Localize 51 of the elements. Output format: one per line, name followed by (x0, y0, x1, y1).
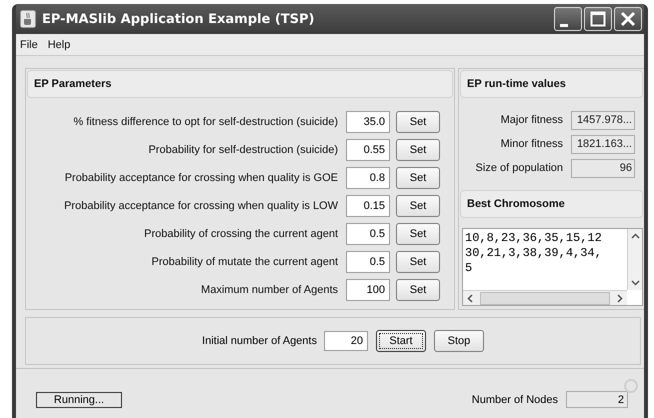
action-button[interactable]: Stop (434, 330, 484, 352)
parameter-field[interactable]: 0.8 (346, 167, 390, 189)
window-title: EP-MASlib Application Example (TSP) (42, 12, 316, 26)
value-label: Major fitness (500, 114, 563, 126)
parameter-field[interactable]: 100 (346, 279, 390, 301)
coffee-cup-icon (20, 10, 36, 28)
busy-indicator-icon (624, 379, 638, 393)
minimize-icon (560, 24, 568, 26)
parameter-label: Probability of mutate the current agent (152, 256, 338, 268)
nodes-field[interactable]: 2 (566, 391, 628, 408)
menu-item[interactable]: File (20, 38, 38, 50)
minimize-button[interactable] (554, 7, 582, 31)
status-label: Running... (36, 392, 122, 408)
set-button[interactable]: Set (396, 167, 440, 189)
action-button[interactable]: Start (376, 330, 426, 352)
value-label: Size of population (476, 162, 563, 174)
set-button[interactable]: Set (396, 279, 440, 301)
close-button[interactable] (614, 7, 642, 31)
panel-title: EP Parameters (34, 78, 112, 90)
set-button[interactable]: Set (396, 111, 440, 133)
value-label: Minor fitness (500, 138, 563, 150)
parameter-label: Probability acceptance for crossing when quality is GOE (64, 172, 338, 184)
maximize-icon (590, 11, 606, 27)
value-field[interactable]: 96 (571, 158, 635, 178)
agents-field[interactable]: 20 (324, 331, 368, 351)
agents-label: Initial number of Agents (202, 335, 317, 347)
set-button[interactable]: Set (396, 251, 440, 273)
parameter-label: Probability of crossing the current agent (144, 228, 338, 240)
value-field[interactable]: 1821.163... (571, 134, 635, 154)
parameter-label: Maximum number of Agents (201, 284, 338, 296)
set-button[interactable]: Set (396, 223, 440, 245)
chromosome-text: 10,8,23,36,35,15,12 30,21,3,38,39,4,34, 5 (464, 230, 603, 277)
parameter-field[interactable]: 0.15 (346, 195, 390, 217)
close-icon (620, 11, 636, 27)
set-button[interactable]: Set (396, 195, 440, 217)
chromosome-text-area[interactable]: 10,8,23,36,35,15,12 30,21,3,38,39,4,34, 5 (462, 228, 643, 306)
menu-item[interactable]: Help (48, 38, 70, 50)
scrollbar-thumb[interactable] (480, 292, 610, 304)
panel-title: Best Chromosome (467, 198, 565, 210)
parameter-label: % fitness difference to opt for self-destruction (suicide) (73, 116, 338, 128)
parameter-field[interactable]: 0.5 (346, 251, 390, 273)
parameter-field[interactable]: 35.0 (346, 111, 390, 133)
nodes-label: Number of Nodes (472, 394, 558, 406)
maximize-button[interactable] (584, 7, 612, 31)
set-button[interactable]: Set (396, 139, 440, 161)
parameter-label: Probability for self-destruction (suicide) (148, 144, 338, 156)
parameter-field[interactable]: 0.55 (346, 139, 390, 161)
value-field[interactable]: 1457.978... (571, 110, 635, 130)
parameter-label: Probability acceptance for crossing when quality is LOW (64, 200, 338, 212)
panel-title: EP run-time values (467, 78, 566, 90)
parameter-field[interactable]: 0.5 (346, 223, 390, 245)
